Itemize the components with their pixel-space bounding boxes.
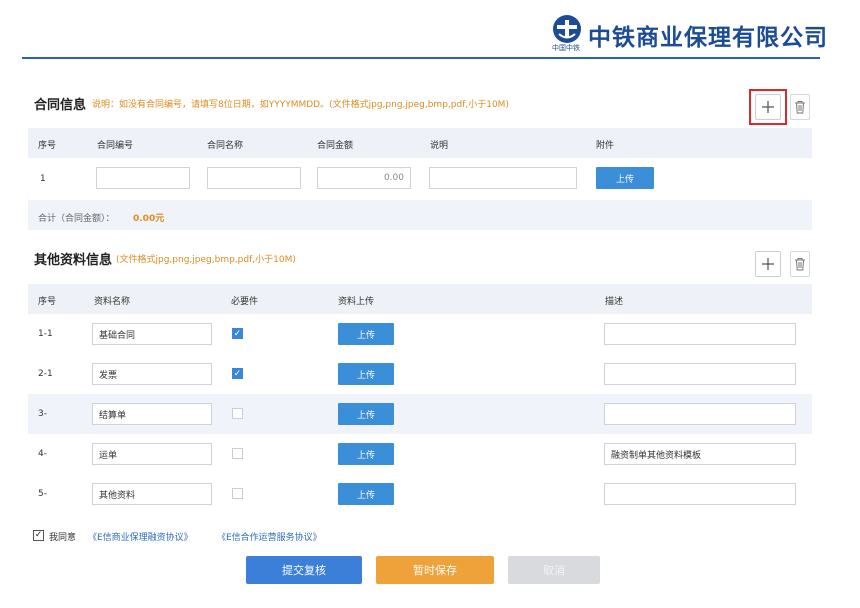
contract-row-index: 1 [40,174,46,184]
material-name-input[interactable]: 结算单 [92,403,212,425]
submit-review-button[interactable]: 提交复核 [246,556,362,584]
row-index: 3- [38,409,47,419]
material-name-input[interactable]: 基础合同 [92,323,212,345]
other-delete-button[interactable] [790,251,810,277]
other-table-header [28,284,812,314]
other-col-required: 必要件 [231,297,259,307]
contract-total-label: 合计（合同金额）： [38,214,115,224]
contract-col-amount: 合同金额 [317,141,354,151]
service-agreement-link[interactable]: 《E信合作运营服务协议》 [217,530,322,543]
required-checkbox[interactable]: ✓ [232,328,243,339]
contract-delete-button[interactable] [790,94,810,120]
agree-checkbox[interactable]: ✓ [33,530,44,541]
other-section-title: 其他资料信息 [34,253,113,268]
plus-icon [762,101,774,113]
contract-col-attachment: 附件 [596,141,615,151]
other-add-button[interactable] [755,251,781,277]
material-name-input[interactable]: 其他资料 [92,483,212,505]
material-upload-button[interactable]: 上传 [338,323,394,345]
required-checkbox[interactable] [232,488,243,499]
other-section-note: (文件格式jpg,png,jpeg,bmp,pdf,小于10M) [116,255,296,265]
other-col-upload: 资料上传 [338,297,375,307]
contract-total-value: 0.00元 [133,214,165,224]
material-desc-input[interactable] [604,323,796,345]
contract-section-note: 说明：如没有合同编号，请填写8位日期，如YYYYMMDD。(文件格式jpg,pn… [92,100,509,110]
material-desc-input[interactable] [604,403,796,425]
material-upload-button[interactable]: 上传 [338,363,394,385]
required-checkbox[interactable] [232,408,243,419]
material-upload-button[interactable]: 上传 [338,443,394,465]
factoring-agreement-link[interactable]: 《E信商业保理融资协议》 [88,530,193,543]
contract-desc-input[interactable] [429,167,577,189]
trash-icon [795,101,805,114]
save-draft-button[interactable]: 暂时保存 [376,556,494,584]
contract-no-input[interactable] [96,167,190,189]
company-logo: 中铁商业保理有限公司 中国中铁 [552,14,827,52]
contract-name-input[interactable] [207,167,301,189]
row-index: 1-1 [38,329,53,339]
contract-upload-button[interactable]: 上传 [596,167,654,189]
trash-icon [795,258,805,271]
contract-col-index: 序号 [38,141,57,151]
contract-table-header [28,128,812,158]
other-col-index: 序号 [38,297,57,307]
material-desc-input[interactable]: 融资制单其他资料模板 [604,443,796,465]
agree-label: 我同意 [49,533,77,543]
cancel-button[interactable]: 取消 [508,556,600,584]
other-col-desc: 描述 [605,297,624,307]
material-upload-button[interactable]: 上传 [338,403,394,425]
material-desc-input[interactable] [604,483,796,505]
material-name-input[interactable]: 发票 [92,363,212,385]
contract-amount-input[interactable]: 0.00 [317,167,411,189]
contract-section-title: 合同信息 [34,98,87,113]
required-checkbox[interactable] [232,448,243,459]
row-index: 2-1 [38,369,53,379]
contract-col-no: 合同编号 [97,141,134,151]
other-col-name: 资料名称 [94,297,131,307]
crcc-logo-icon [553,15,581,43]
required-checkbox[interactable]: ✓ [232,368,243,379]
row-index: 4- [38,449,47,459]
plus-icon [762,258,774,270]
row-index: 5- [38,489,47,499]
header-divider [22,57,820,59]
material-desc-input[interactable] [604,363,796,385]
contract-col-name: 合同名称 [207,141,244,151]
material-name-input[interactable]: 运单 [92,443,212,465]
logo-subtitle: 中国中铁 [552,44,580,52]
company-name: 中铁商业保理有限公司 [588,25,828,51]
contract-col-desc: 说明 [430,141,449,151]
contract-add-button[interactable] [755,94,781,120]
material-upload-button[interactable]: 上传 [338,483,394,505]
